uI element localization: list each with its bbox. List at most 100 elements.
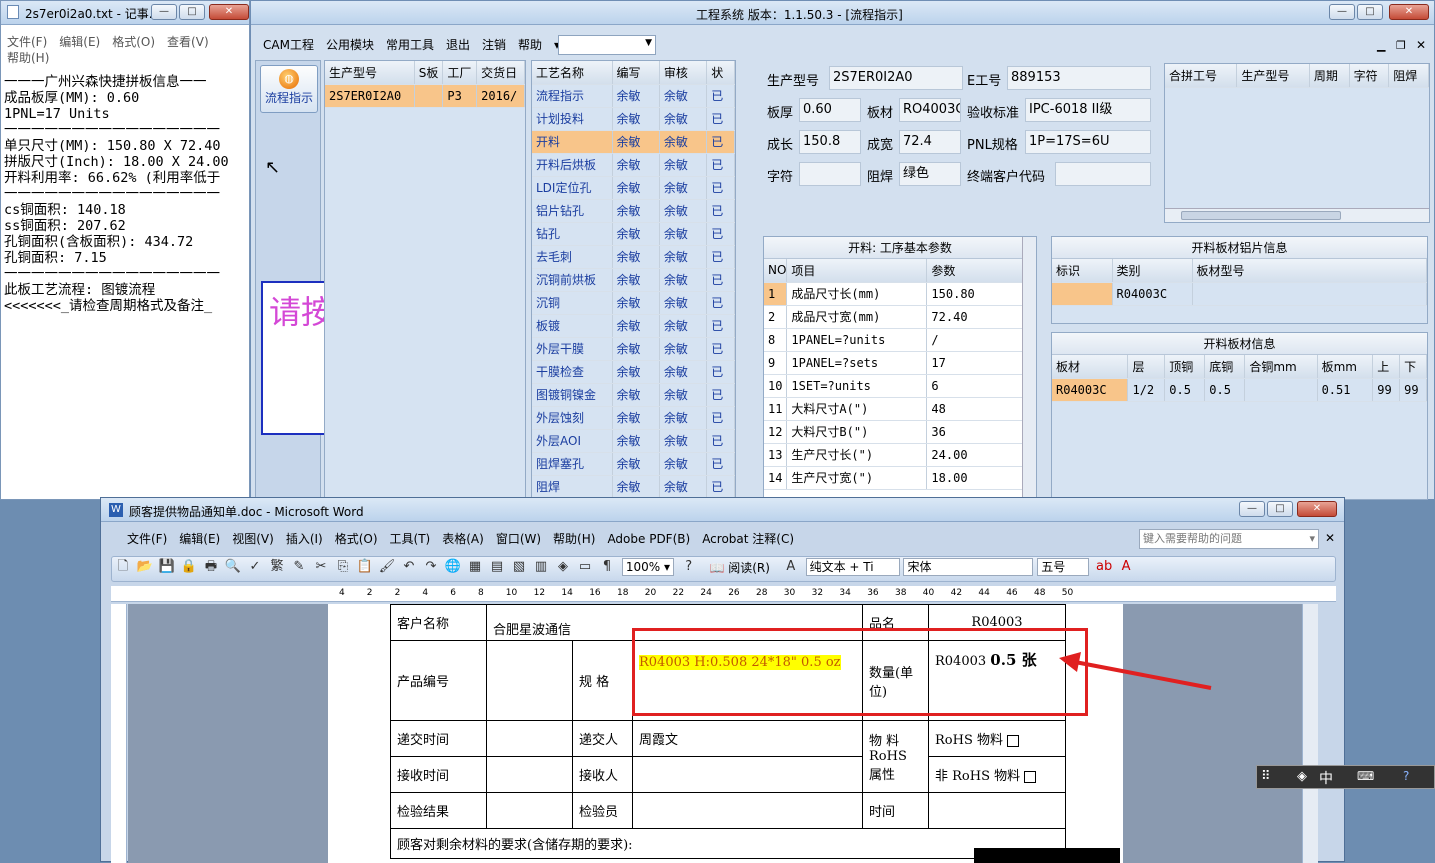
print-icon[interactable]: 🖶: [201, 557, 221, 577]
soldermask-field[interactable]: 绿色: [899, 162, 961, 186]
menu-cam[interactable]: CAM工程: [257, 34, 320, 56]
col-param[interactable]: 参数: [926, 259, 1036, 283]
tables-icon[interactable]: ▦: [465, 557, 485, 577]
insert-table-icon[interactable]: ▤: [487, 557, 507, 577]
hyperlink-icon[interactable]: 🌐: [443, 557, 463, 577]
drawing-icon[interactable]: ◈: [553, 557, 573, 577]
undo-icon[interactable]: ↶: [399, 557, 419, 577]
menu-insert[interactable]: 插入(I): [280, 528, 329, 550]
process-row[interactable]: 铝片钻孔 余敏 余敏已: [532, 199, 735, 223]
mdi-restore-icon[interactable]: ❐: [1396, 39, 1406, 52]
mdi-close-icon[interactable]: ✕: [1416, 38, 1426, 52]
font-color-icon[interactable]: A: [1116, 557, 1136, 577]
menu-file[interactable]: 文件(F): [121, 528, 173, 550]
param-row[interactable]: 9 1PANEL=?sets 17: [764, 351, 1036, 375]
col-cycle[interactable]: 周期: [1309, 64, 1350, 88]
word-titlebar[interactable]: W 顾客提供物品通知单.doc - Microsoft Word — □ ✕: [101, 498, 1344, 522]
param-row[interactable]: 10 1SET=?units 6: [764, 374, 1036, 398]
col-no[interactable]: NO: [764, 259, 788, 283]
param-row[interactable]: 8 1PANEL=?units /: [764, 328, 1036, 352]
ime-keyboard-icon[interactable]: ⌨: [1357, 769, 1374, 783]
param-row[interactable]: 2 成品尺寸宽(mm) 72.40: [764, 305, 1036, 329]
menu-view[interactable]: 查看(V): [161, 31, 215, 53]
document-page[interactable]: 客户名称 合肥星波通信 品名 R04003 产品编号 规 格 R04003 H:…: [328, 604, 1123, 863]
close-button[interactable]: ✕: [1297, 501, 1337, 517]
param-row[interactable]: 14 生产尺寸宽(") 18.00: [764, 466, 1036, 490]
maximize-button[interactable]: □: [1357, 4, 1383, 20]
inspector-value[interactable]: [632, 792, 863, 829]
param-row[interactable]: 12 大料尺寸B(") 36: [764, 420, 1036, 444]
menu-exit[interactable]: 退出: [440, 34, 476, 56]
process-row[interactable]: 阻焊 余敏 余敏已: [532, 475, 735, 499]
process-row[interactable]: 外层干膜 余敏 余敏已: [532, 337, 735, 361]
help-search-input[interactable]: 键入需要帮助的问题 ▾: [1139, 529, 1319, 549]
remain-label[interactable]: 顾客对剩余材料的要求(含储存期的要求):: [390, 828, 1066, 859]
new-icon[interactable]: 🗋: [113, 557, 133, 577]
col-merge[interactable]: 合拼工号: [1165, 64, 1238, 88]
maximize-button[interactable]: □: [1267, 501, 1293, 517]
notepad-text[interactable]: 一一一广州兴森快捷拼板信息一一 成品板厚(MM): 0.60 1PNL=17 U…: [4, 74, 242, 494]
col-model[interactable]: 生产型号: [325, 61, 415, 85]
col-mask[interactable]: 阻焊: [1388, 64, 1429, 88]
trad-chinese-icon[interactable]: 繁: [267, 557, 287, 577]
process-row[interactable]: 流程指示 余敏 余敏已: [532, 84, 735, 108]
show-hide-icon[interactable]: ¶: [597, 557, 617, 577]
excel-icon[interactable]: ▧: [509, 557, 529, 577]
menu-logout[interactable]: 注销: [476, 34, 512, 56]
col-layer[interactable]: 层: [1127, 355, 1166, 379]
font-select[interactable]: 宋体: [903, 558, 1034, 576]
menu-edit[interactable]: 编辑(E): [173, 528, 226, 550]
col-status[interactable]: 状: [706, 61, 735, 85]
mdi-minimize-icon[interactable]: ▁: [1377, 39, 1385, 52]
width-field[interactable]: 72.4: [899, 130, 961, 154]
process-row[interactable]: 计划投料 余敏 余敏已: [532, 107, 735, 131]
code-value[interactable]: [486, 640, 573, 721]
process-row[interactable]: 图镀铜镍金 余敏 余敏已: [532, 383, 735, 407]
standard-field[interactable]: IPC-6018 II级: [1025, 98, 1151, 122]
erp-titlebar[interactable]: 工程系统 版本：1.1.50.3 - [流程指示] — □ ✕: [251, 1, 1434, 25]
menu-format[interactable]: 格式(O): [329, 528, 384, 550]
process-row[interactable]: 板镀 余敏 余敏已: [532, 314, 735, 338]
menu-format[interactable]: 格式(O): [106, 31, 161, 53]
pnl-field[interactable]: 1P=17S=6U: [1025, 130, 1151, 154]
col-top-cu[interactable]: 顶铜: [1164, 355, 1206, 379]
col-board-mm[interactable]: 板mm: [1317, 355, 1374, 379]
param-row[interactable]: 11 大料尺寸A(") 48: [764, 397, 1036, 421]
menu-table[interactable]: 表格(A): [436, 528, 490, 550]
help-icon[interactable]: ?: [679, 557, 699, 577]
rohs-checkbox[interactable]: [1007, 734, 1020, 747]
col-board[interactable]: 板材型号: [1192, 259, 1427, 283]
menu-help[interactable]: 帮助(H): [547, 528, 601, 550]
col-item[interactable]: 项目: [786, 259, 928, 283]
menu-public[interactable]: 公用模块: [320, 34, 380, 56]
table-row[interactable]: 2S7ER0I2A0 P3 2016/: [325, 84, 525, 108]
process-row[interactable]: 沉铜前烘板 余敏 余敏已: [532, 268, 735, 292]
read-mode-button[interactable]: 📖 阅读(R): [703, 559, 775, 576]
menu-edit[interactable]: 编辑(E): [53, 31, 106, 53]
cut-icon[interactable]: ✂: [311, 557, 331, 577]
ime-help-icon[interactable]: ?: [1403, 769, 1409, 783]
process-row[interactable]: 开料 余敏 余敏已: [532, 130, 735, 154]
ime-bar[interactable]: ⠿ ◈ 中 ⌨ ?: [1256, 765, 1435, 789]
zoom-select[interactable]: 100% ▾: [621, 558, 674, 576]
col-process[interactable]: 工艺名称: [532, 61, 613, 85]
save-icon[interactable]: 💾: [157, 557, 177, 577]
redo-icon[interactable]: ↷: [421, 557, 441, 577]
permission-icon[interactable]: 🔒: [179, 557, 199, 577]
highlight-icon[interactable]: ab: [1094, 557, 1114, 577]
document-area[interactable]: 客户名称 合肥星波通信 品名 R04003 产品编号 规 格 R04003 H:…: [128, 604, 1318, 863]
silkscreen-field[interactable]: [799, 162, 861, 186]
col-bottom-cu[interactable]: 底铜: [1204, 355, 1246, 379]
table-row[interactable]: R04003C 1/2 0.5 0.5 0.51 99 99: [1052, 378, 1427, 402]
e-number-field[interactable]: 889153: [1007, 66, 1151, 90]
col-board[interactable]: 板材: [1052, 355, 1129, 379]
sender-value[interactable]: 周霞文: [632, 720, 863, 757]
process-row[interactable]: 钻孔 余敏 余敏已: [532, 222, 735, 246]
horizontal-scrollbar[interactable]: [1165, 208, 1429, 222]
menu-tools[interactable]: 常用工具: [380, 34, 440, 56]
styles-icon[interactable]: A: [781, 557, 801, 577]
research-icon[interactable]: ✎: [289, 557, 309, 577]
col-s[interactable]: S板: [414, 61, 444, 85]
process-row[interactable]: 去毛刺 余敏 余敏已: [532, 245, 735, 269]
col-down[interactable]: 下: [1399, 355, 1427, 379]
